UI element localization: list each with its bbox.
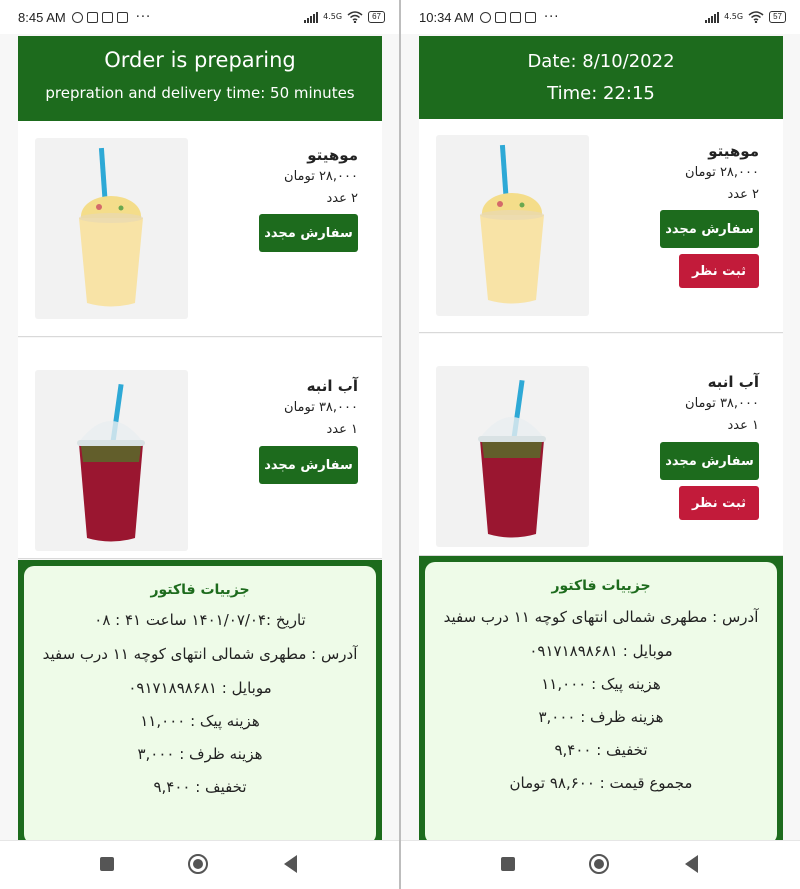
- smoothie-cup-icon: [35, 138, 188, 319]
- order-time: Time: 22:15: [547, 83, 655, 104]
- invoice-address: آدرس : مطهری شمالی انتهای کوچه ۱۱ درب سف…: [42, 645, 358, 663]
- phone-right: 10:34 AM ··· 4.5G 57 Date: 8/10/2022 Tim…: [401, 0, 800, 889]
- order-status-header: Order is preparing prepration and delive…: [18, 36, 382, 121]
- item-quantity: ۲ عدد: [727, 187, 760, 202]
- recent-apps-icon[interactable]: [100, 857, 114, 871]
- invoice-address: آدرس : مطهری شمالی انتهای کوچه ۱۱ درب سف…: [443, 608, 759, 626]
- item-name: آب انبه: [707, 373, 759, 391]
- wifi-icon: [347, 11, 363, 23]
- network-type: 4.5G: [323, 12, 343, 21]
- item-info: موهیتو ۲۸,۰۰۰ تومان ۲ عدد: [284, 144, 358, 210]
- recent-apps-icon[interactable]: [501, 857, 515, 871]
- invoice-container-fee: هزینه ظرف : ۳,۰۰۰: [538, 708, 664, 726]
- invoice-title: جزییات فاکتور: [150, 582, 250, 598]
- status-bar: 8:45 AM ··· 4.5G 67: [0, 0, 399, 34]
- order-date-header: Date: 8/10/2022 Time: 22:15: [419, 36, 783, 119]
- item-price: ۳۸,۰۰۰ تومان: [685, 396, 759, 411]
- order-item-card: آب انبه ۳۸,۰۰۰ تومان ۱ عدد سفارش مجدد: [18, 338, 382, 559]
- red-drink-cup-icon: [35, 370, 188, 551]
- red-drink-cup-icon: [436, 366, 589, 547]
- order-status-title: Order is preparing: [104, 48, 296, 72]
- phone-left: 8:45 AM ··· 4.5G 67 Order is preparing p…: [0, 0, 399, 889]
- reorder-button[interactable]: سفارش مجدد: [660, 210, 759, 248]
- smoothie-cup-icon: [436, 135, 589, 316]
- invoice-panel: جزییات فاکتور تاریخ :۱۴۰۱/۰۷/۰۴ ساعت ۴۱ …: [18, 560, 382, 850]
- more-notifications-icon: ···: [135, 9, 152, 25]
- invoice-date: تاریخ :۱۴۰۱/۰۷/۰۴ ساعت ۴۱ : ۰۸: [94, 611, 306, 629]
- item-price: ۲۸,۰۰۰ تومان: [685, 165, 759, 180]
- invoice-container-fee: هزینه ظرف : ۳,۰۰۰: [137, 745, 263, 763]
- reorder-button[interactable]: سفارش مجدد: [660, 442, 759, 480]
- notes-icon: [494, 11, 506, 23]
- status-time: 10:34 AM: [419, 9, 474, 25]
- item-info: آب انبه ۳۸,۰۰۰ تومان ۱ عدد: [284, 375, 358, 441]
- mail-icon: [524, 11, 536, 23]
- home-icon[interactable]: [589, 854, 609, 874]
- status-bar: 10:34 AM ··· 4.5G 57: [401, 0, 800, 34]
- back-icon[interactable]: [685, 855, 698, 873]
- item-price: ۲۸,۰۰۰ تومان: [284, 169, 358, 184]
- back-icon[interactable]: [284, 855, 297, 873]
- invoice-details: جزییات فاکتور آدرس : مطهری شمالی انتهای …: [425, 562, 777, 844]
- alarm-icon: [71, 11, 83, 23]
- invoice-delivery-fee: هزینه پیک : ۱۱,۰۰۰: [541, 675, 661, 693]
- item-quantity: ۱ عدد: [326, 422, 359, 437]
- reorder-button[interactable]: سفارش مجدد: [259, 446, 358, 484]
- item-info: آب انبه ۳۸,۰۰۰ تومان ۱ عدد: [685, 371, 759, 437]
- notification-icons: [71, 11, 128, 23]
- order-date: Date: 8/10/2022: [527, 51, 675, 72]
- item-name: آب انبه: [306, 377, 358, 395]
- item-name: موهیتو: [708, 142, 759, 160]
- system-nav-bar: [401, 840, 800, 889]
- system-nav-bar: [0, 840, 399, 889]
- item-info: موهیتو ۲۸,۰۰۰ تومان ۲ عدد: [685, 140, 759, 206]
- signal-icon: [705, 11, 720, 23]
- invoice-title: جزییات فاکتور: [551, 578, 651, 594]
- check-icon: [101, 11, 113, 23]
- order-item-card: موهیتو ۲۸,۰۰۰ تومان ۲ عدد سفارش مجدد: [18, 121, 382, 337]
- invoice-delivery-fee: هزینه پیک : ۱۱,۰۰۰: [140, 712, 260, 730]
- notification-icons: [479, 11, 536, 23]
- invoice-discount: تخفیف : ۹,۴۰۰: [554, 741, 648, 759]
- notes-icon: [86, 11, 98, 23]
- order-item-card: آب انبه ۳۸,۰۰۰ تومان ۱ عدد سفارش مجدد ثب…: [419, 334, 783, 556]
- delivery-time-text: prepration and delivery time: 50 minutes: [45, 84, 355, 102]
- item-price: ۳۸,۰۰۰ تومان: [284, 400, 358, 415]
- invoice-panel: جزییات فاکتور آدرس : مطهری شمالی انتهای …: [419, 556, 783, 850]
- upload-icon: [116, 11, 128, 23]
- more-notifications-icon: ···: [543, 9, 560, 25]
- item-quantity: ۲ عدد: [326, 191, 359, 206]
- wifi-icon: [748, 11, 764, 23]
- alarm-icon: [479, 11, 491, 23]
- item-quantity: ۱ عدد: [727, 418, 760, 433]
- signal-icon: [304, 11, 319, 23]
- battery-icon: 67: [368, 11, 385, 23]
- order-item-card: موهیتو ۲۸,۰۰۰ تومان ۲ عدد سفارش مجدد ثبت…: [419, 119, 783, 333]
- network-type: 4.5G: [724, 12, 744, 21]
- invoice-total: مجموع قیمت : ۹۸,۶۰۰ تومان: [509, 774, 693, 792]
- invoice-details: جزییات فاکتور تاریخ :۱۴۰۱/۰۷/۰۴ ساعت ۴۱ …: [24, 566, 376, 844]
- invoice-discount: تخفیف : ۹,۴۰۰: [153, 778, 247, 796]
- reorder-button[interactable]: سفارش مجدد: [259, 214, 358, 252]
- invoice-mobile: موبایل : ۰۹۱۷۱۸۹۸۶۸۱: [529, 642, 673, 660]
- mail-icon: [509, 11, 521, 23]
- review-button[interactable]: ثبت نظر: [679, 486, 759, 520]
- item-name: موهیتو: [307, 146, 358, 164]
- status-time: 8:45 AM: [18, 9, 66, 25]
- screenshot-pair: 8:45 AM ··· 4.5G 67 Order is preparing p…: [0, 0, 800, 889]
- review-button[interactable]: ثبت نظر: [679, 254, 759, 288]
- battery-icon: 57: [769, 11, 786, 23]
- home-icon[interactable]: [188, 854, 208, 874]
- invoice-mobile: موبایل : ۰۹۱۷۱۸۹۸۶۸۱: [128, 679, 272, 697]
